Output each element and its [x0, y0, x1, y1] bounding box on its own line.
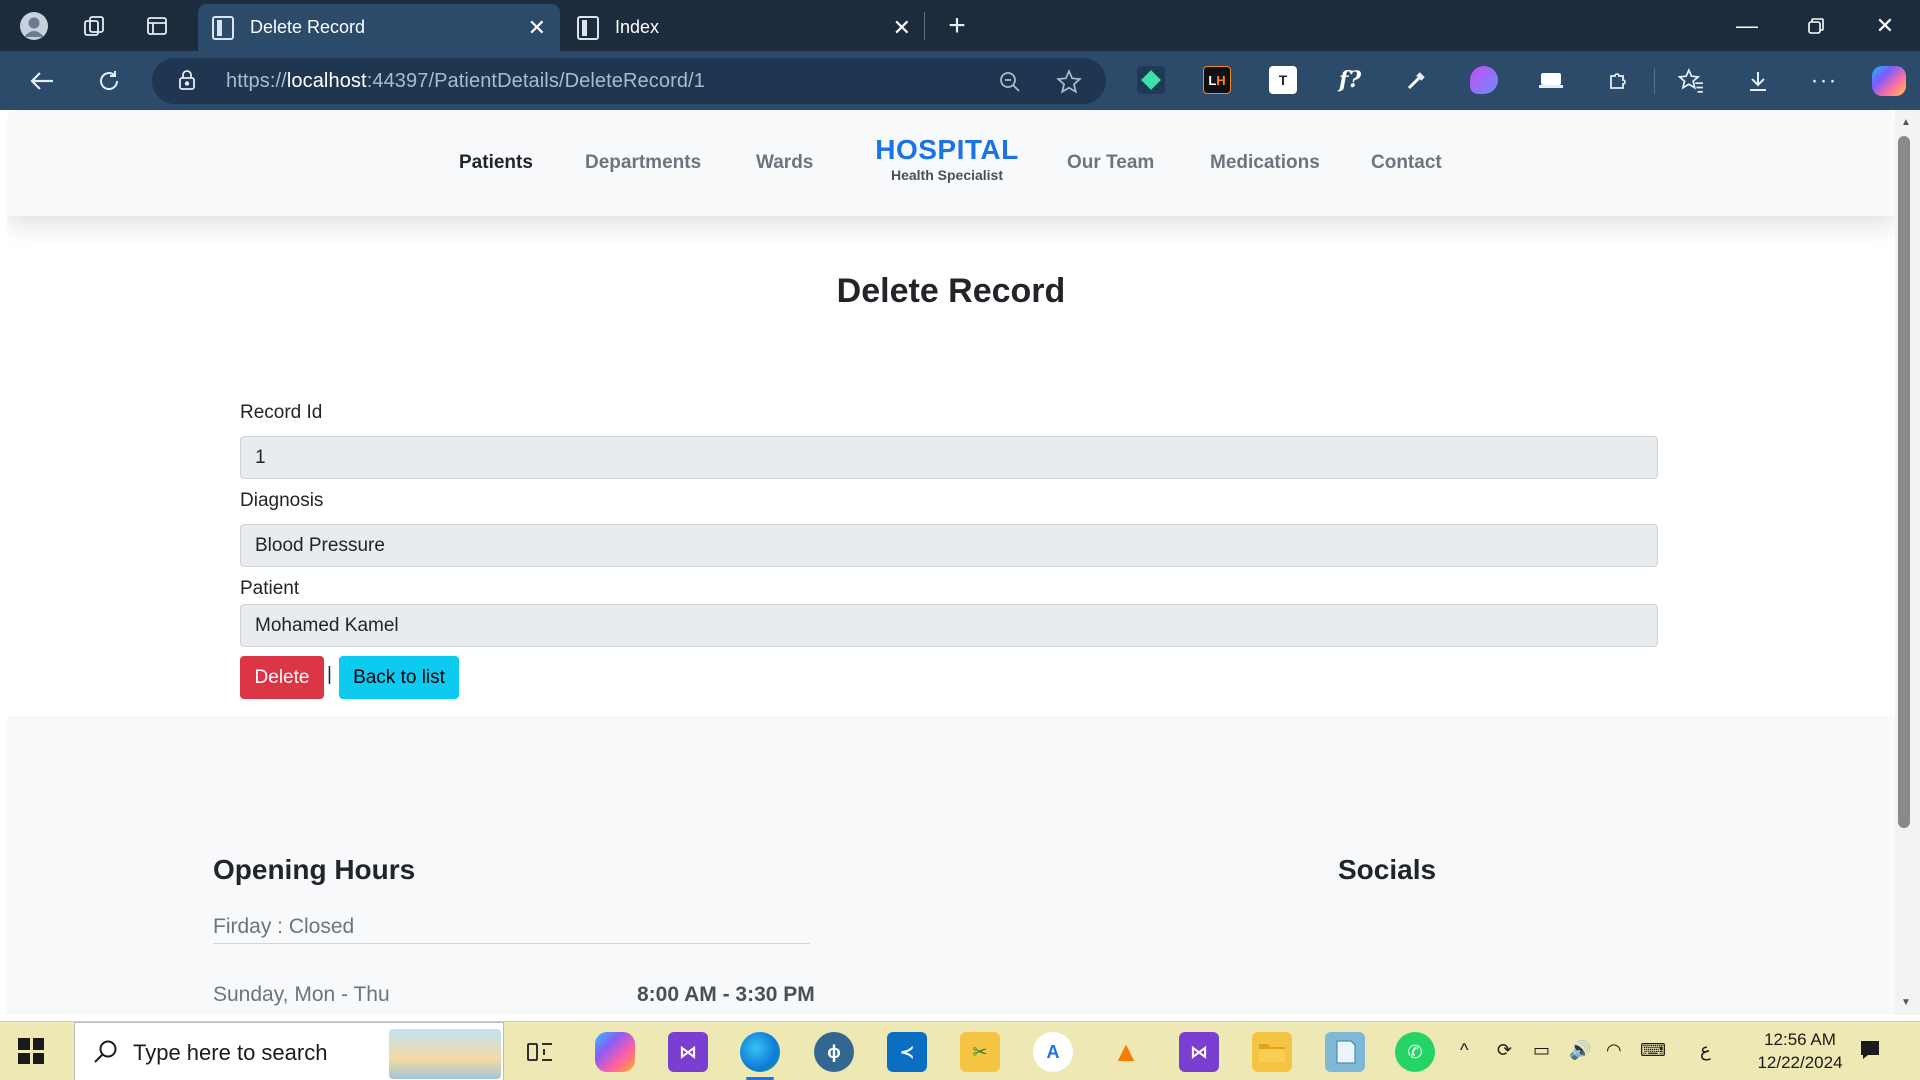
close-tab-icon[interactable]: ✕: [528, 15, 546, 41]
tab-divider: [924, 12, 925, 40]
footer-divider: [213, 943, 810, 944]
diagnosis-label: Diagnosis: [240, 490, 324, 511]
whatsapp-icon[interactable]: ✆: [1395, 1032, 1435, 1072]
close-window-icon[interactable]: ✕: [1855, 6, 1915, 46]
tab-title: Index: [615, 17, 660, 37]
browser-toolbar: https://localhost:44397/PatientDetails/D…: [0, 51, 1920, 110]
text-tool-icon[interactable]: T: [1269, 66, 1297, 94]
page-icon: [212, 15, 234, 40]
notifications-icon[interactable]: [1858, 1038, 1882, 1067]
favorite-star-icon[interactable]: [1056, 69, 1082, 100]
scroll-down-icon[interactable]: ▼: [1896, 994, 1916, 1010]
zoom-out-icon[interactable]: [998, 70, 1022, 99]
friday-hours: Firday : Closed: [213, 915, 355, 938]
search-highlight-image: [389, 1029, 501, 1079]
color-picker-icon[interactable]: [1403, 66, 1431, 94]
clock-date: 12/22/2024: [1757, 1053, 1843, 1072]
action-separator: |: [327, 664, 332, 685]
visual-studio-preview-icon[interactable]: ⋈: [1179, 1032, 1219, 1072]
nav-our-team[interactable]: Our Team: [1067, 152, 1154, 174]
notepad-icon[interactable]: [1325, 1032, 1365, 1072]
tab-title: Delete Record: [250, 17, 366, 37]
socials-title: Socials: [1338, 854, 1437, 885]
lock-icon[interactable]: [178, 69, 196, 96]
delete-button[interactable]: Delete: [240, 656, 324, 699]
app-store-icon[interactable]: A: [1033, 1032, 1073, 1072]
clock-time: 12:56 AM: [1764, 1030, 1836, 1049]
battery-icon[interactable]: ▭: [1533, 1040, 1550, 1061]
scrollbar-thumb[interactable]: [1898, 136, 1910, 828]
file-explorer-icon[interactable]: [1252, 1032, 1292, 1072]
address-bar[interactable]: https://localhost:44397/PatientDetails/D…: [152, 58, 1106, 104]
visual-studio-icon[interactable]: ⋈: [668, 1032, 708, 1072]
show-hidden-icons-icon[interactable]: ^: [1460, 1040, 1468, 1061]
tab-actions-icon[interactable]: [141, 10, 173, 42]
weekday-label: Sunday, Mon - Thu: [213, 983, 390, 1006]
url-text[interactable]: https://localhost:44397/PatientDetails/D…: [226, 70, 705, 93]
back-arrow-icon[interactable]: [24, 63, 60, 99]
extension-diamond-icon[interactable]: [1137, 66, 1165, 94]
page-icon: [577, 15, 599, 40]
nav-contact[interactable]: Contact: [1371, 152, 1442, 174]
edge-icon[interactable]: [740, 1032, 780, 1080]
input-language[interactable]: ع: [1700, 1040, 1711, 1061]
brand-logo[interactable]: HOSPITAL Health Specialist: [867, 134, 1027, 183]
vscode-icon[interactable]: ≺: [887, 1032, 927, 1072]
wifi-icon[interactable]: ◠: [1606, 1040, 1622, 1061]
cast-icon[interactable]: [1537, 66, 1565, 94]
nav-wards[interactable]: Wards: [756, 152, 813, 174]
favorites-icon[interactable]: [1673, 63, 1709, 99]
profile-avatar-icon[interactable]: [18, 10, 50, 42]
vlc-icon[interactable]: ▲: [1106, 1032, 1146, 1072]
weekday-hours: 8:00 AM - 3:30 PM: [637, 983, 815, 1006]
page-title: Delete Record: [836, 272, 1066, 310]
back-to-list-button[interactable]: Back to list: [339, 656, 459, 699]
downloads-icon[interactable]: [1740, 63, 1776, 99]
site-footer: Opening Hours Firday : Closed Sunday, Mo…: [7, 716, 1895, 1015]
opening-hours-title: Opening Hours: [213, 854, 416, 885]
workspaces-icon[interactable]: [78, 10, 110, 42]
brand-subtitle: Health Specialist: [890, 167, 1004, 183]
site-header: Patients Departments Wards HOSPITAL Heal…: [7, 110, 1895, 216]
taskbar-search[interactable]: Type here to search: [74, 1022, 504, 1080]
snipping-tool-icon[interactable]: ✂: [960, 1032, 1000, 1072]
scroll-up-icon[interactable]: ▲: [1896, 114, 1916, 130]
windows-start-icon[interactable]: [18, 1038, 44, 1064]
fx-icon[interactable]: f?: [1336, 66, 1364, 94]
copilot-icon[interactable]: [1872, 66, 1906, 96]
lighthouse-icon[interactable]: LH: [1203, 66, 1231, 94]
copilot-app-icon[interactable]: [595, 1032, 635, 1072]
browser-titlebar: Delete Record ✕ Index ✕ + — ✕: [0, 0, 1920, 51]
keyboard-icon[interactable]: ⌨: [1640, 1040, 1666, 1061]
new-tab-icon[interactable]: +: [941, 9, 973, 42]
tab-delete-record[interactable]: Delete Record ✕: [198, 4, 560, 51]
search-icon: [93, 1039, 119, 1070]
record-id-field[interactable]: 1: [240, 436, 1658, 479]
brand-title: HOSPITAL: [875, 134, 1019, 165]
copilot-pink-icon[interactable]: [1470, 66, 1498, 94]
task-view-icon[interactable]: [520, 1032, 560, 1072]
nav-patients[interactable]: Patients: [459, 152, 533, 174]
patient-field[interactable]: Mohamed Kamel: [240, 604, 1658, 647]
nav-departments[interactable]: Departments: [585, 152, 701, 174]
windows-taskbar: Type here to search ⋈ ϕ ≺ ✂ A ▲ ⋈ ✆ ^ ⟳ …: [0, 1021, 1920, 1080]
tab-index[interactable]: Index ✕: [563, 4, 925, 51]
patient-label: Patient: [240, 578, 300, 599]
close-tab-icon[interactable]: ✕: [893, 15, 911, 41]
search-placeholder: Type here to search: [133, 1040, 328, 1065]
puzzle-icon[interactable]: [1604, 66, 1632, 94]
more-options-icon[interactable]: ···: [1806, 63, 1842, 99]
nav-medications[interactable]: Medications: [1210, 152, 1320, 174]
volume-icon[interactable]: 🔊: [1569, 1040, 1591, 1061]
refresh-icon[interactable]: [91, 63, 127, 99]
toolbar-divider: [1654, 68, 1655, 94]
minimize-icon[interactable]: —: [1717, 6, 1777, 46]
record-id-label: Record Id: [240, 402, 323, 423]
postgresql-icon[interactable]: ϕ: [814, 1032, 854, 1072]
sync-status-icon[interactable]: ⟳: [1497, 1040, 1512, 1061]
diagnosis-field[interactable]: Blood Pressure: [240, 524, 1658, 567]
restore-icon[interactable]: [1786, 6, 1846, 46]
page-viewport: Patients Departments Wards HOSPITAL Heal…: [7, 110, 1895, 1015]
system-clock[interactable]: 12:56 AM 12/22/2024: [1740, 1028, 1860, 1074]
